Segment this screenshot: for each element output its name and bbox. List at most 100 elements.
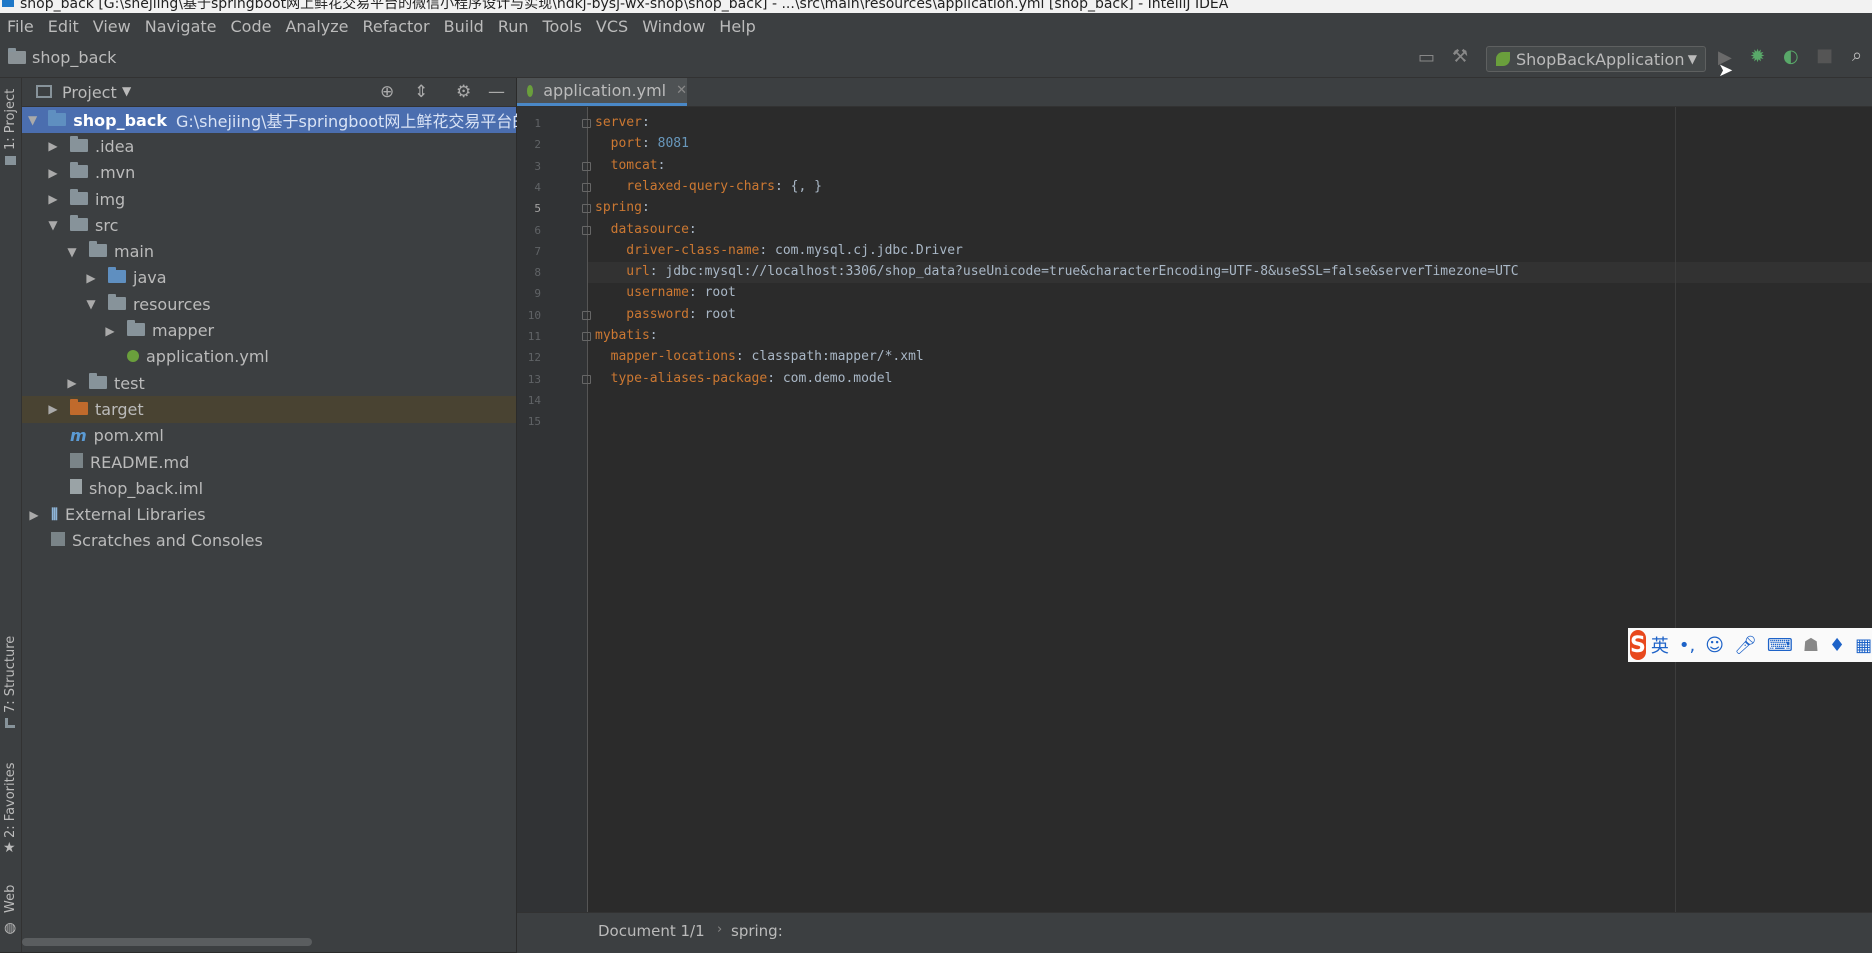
menu-help[interactable]: Help bbox=[712, 17, 762, 36]
scratches-icon bbox=[51, 531, 65, 550]
ime-language-mode[interactable]: 英 bbox=[1651, 632, 1669, 658]
emoji-icon[interactable]: ☺ bbox=[1705, 635, 1724, 656]
expand-arrow-closed-icon[interactable]: ▶ bbox=[85, 271, 97, 285]
expand-arrow-closed-icon[interactable]: ▶ bbox=[28, 508, 40, 522]
code-token: type-aliases-package bbox=[595, 370, 768, 386]
debug-icon[interactable]: ✹ bbox=[1750, 46, 1765, 67]
expand-arrow-closed-icon[interactable]: ▶ bbox=[104, 324, 116, 338]
menu-analyze[interactable]: Analyze bbox=[278, 17, 355, 36]
stop-icon[interactable]: ■ bbox=[1816, 45, 1833, 66]
tree-item[interactable]: m pom.xml bbox=[22, 423, 516, 449]
skin-shirt-icon[interactable]: ♦ bbox=[1829, 635, 1845, 656]
fold-marker-icon[interactable] bbox=[582, 310, 591, 320]
tree-item[interactable]: Scratches and Consoles bbox=[22, 528, 516, 554]
expand-arrow-open-icon[interactable]: ▼ bbox=[85, 297, 97, 311]
fold-marker-icon[interactable] bbox=[582, 225, 591, 235]
menu-vcs[interactable]: VCS bbox=[589, 17, 635, 36]
tree-item[interactable]: ▼ main bbox=[22, 238, 516, 264]
expand-arrow-closed-icon[interactable]: ▶ bbox=[47, 402, 59, 416]
menu-build[interactable]: Build bbox=[437, 17, 491, 36]
code-token: : com.demo.model bbox=[767, 370, 893, 386]
tree-item[interactable]: README.md bbox=[22, 449, 516, 475]
search-everywhere-icon[interactable]: ⌕ bbox=[1852, 45, 1862, 66]
expand-arrow-closed-icon[interactable]: ▶ bbox=[47, 139, 59, 153]
expand-arrow-open-icon[interactable]: ▼ bbox=[66, 245, 78, 259]
expand-arrow-open-icon[interactable]: ▼ bbox=[28, 113, 37, 127]
tree-item[interactable]: ▶ java bbox=[22, 265, 516, 291]
code-token: tomcat bbox=[595, 157, 658, 173]
code-token: mybatis bbox=[595, 328, 650, 343]
coverage-icon[interactable]: ◐ bbox=[1783, 46, 1799, 67]
run-configuration-dropdown[interactable]: ShopBackApplication ▼ bbox=[1486, 46, 1706, 72]
code-token: : {, } bbox=[775, 178, 822, 194]
toolbox-grid-icon[interactable]: ▦ bbox=[1855, 635, 1872, 656]
gear-icon[interactable]: ⚙ bbox=[456, 82, 471, 102]
spring-yml-icon bbox=[127, 347, 139, 366]
folder-icon bbox=[70, 188, 88, 209]
menu-code[interactable]: Code bbox=[224, 17, 279, 36]
tree-item[interactable]: ▼ resources bbox=[22, 291, 516, 317]
tool-tab-project[interactable]: 1: Project bbox=[3, 89, 18, 150]
yaml-path-crumb[interactable]: spring: bbox=[731, 922, 783, 940]
code-token: username bbox=[595, 285, 689, 301]
code-line: mybatis: bbox=[595, 328, 658, 343]
folder-icon bbox=[89, 372, 107, 393]
code-token: : bbox=[649, 328, 658, 343]
tree-item[interactable]: ▶ test bbox=[22, 370, 516, 396]
tool-tab-structure[interactable]: 7: Structure bbox=[3, 636, 18, 713]
build-hammer-icon[interactable]: ⚒ bbox=[1452, 46, 1468, 67]
tree-item-label: main bbox=[114, 242, 154, 262]
tree-item[interactable]: ▶ .mvn bbox=[22, 160, 516, 186]
expand-arrow-closed-icon[interactable]: ▶ bbox=[47, 192, 59, 206]
menu-view[interactable]: View bbox=[86, 17, 138, 36]
code-token: driver-class-name bbox=[595, 242, 760, 258]
menu-navigate[interactable]: Navigate bbox=[138, 17, 224, 36]
tool-tab-web[interactable]: Web bbox=[3, 885, 18, 913]
document-indicator[interactable]: Document 1/1 bbox=[598, 922, 705, 940]
keyboard-icon[interactable]: ⌨ bbox=[1767, 635, 1793, 656]
maven-icon: m bbox=[70, 426, 87, 446]
project-name: shop_back bbox=[32, 48, 117, 67]
folder-icon bbox=[70, 214, 88, 235]
chevron-down-icon[interactable]: ▼ bbox=[122, 84, 131, 98]
menu-edit[interactable]: Edit bbox=[41, 17, 86, 36]
menu-window[interactable]: Window bbox=[635, 17, 712, 36]
tree-item[interactable]: ▶ mapper bbox=[22, 317, 516, 343]
fold-marker-icon[interactable] bbox=[582, 182, 591, 192]
fold-marker-icon[interactable] bbox=[582, 119, 591, 128]
tool-tab-favorites[interactable]: 2: Favorites bbox=[3, 762, 18, 838]
breadcrumb[interactable]: shop_back bbox=[8, 48, 116, 67]
hide-panel-icon[interactable]: — bbox=[488, 82, 505, 102]
expand-arrow-closed-icon[interactable]: ▶ bbox=[47, 166, 59, 180]
user-icon[interactable]: ☗ bbox=[1803, 635, 1819, 656]
project-panel-title[interactable]: Project bbox=[62, 83, 117, 102]
fold-marker-icon[interactable] bbox=[582, 161, 591, 171]
horizontal-scrollbar[interactable] bbox=[22, 938, 312, 946]
tree-item[interactable]: ▶ img bbox=[22, 186, 516, 212]
menu-refactor[interactable]: Refactor bbox=[356, 17, 437, 36]
tree-item[interactable]: shop_back.iml bbox=[22, 475, 516, 501]
tree-item[interactable]: application.yml bbox=[22, 344, 516, 370]
menu-file[interactable]: File bbox=[0, 17, 41, 36]
terminal-icon[interactable]: ▭ bbox=[1418, 47, 1435, 68]
locate-file-icon[interactable]: ⊕ bbox=[380, 82, 394, 102]
menu-tools[interactable]: Tools bbox=[536, 17, 589, 36]
expand-arrow-closed-icon[interactable]: ▶ bbox=[66, 376, 78, 390]
ime-punctuation-mode[interactable]: •, bbox=[1679, 635, 1695, 656]
fold-marker-icon[interactable] bbox=[582, 374, 591, 384]
menu-run[interactable]: Run bbox=[491, 17, 536, 36]
fold-marker-icon[interactable] bbox=[582, 204, 591, 214]
code-editor[interactable]: server: port: 8081 tomcat: relaxed-query… bbox=[517, 78, 1872, 912]
collapse-all-icon[interactable]: ⇕ bbox=[414, 82, 428, 102]
microphone-icon[interactable]: 🎤︎ bbox=[1734, 635, 1757, 656]
tree-item-label: mapper bbox=[152, 321, 215, 341]
tree-item[interactable]: ▼ shop_back G:\shejiing\基于springboot网上鲜花交易… bbox=[22, 107, 560, 134]
tree-item[interactable]: ▶ target bbox=[22, 396, 516, 423]
tree-item[interactable]: ▶ ⦀ External Libraries bbox=[22, 501, 516, 527]
fold-marker-icon[interactable] bbox=[582, 332, 591, 341]
sogou-logo-icon[interactable]: S bbox=[1630, 630, 1646, 660]
tree-item[interactable]: ▼ src bbox=[22, 212, 516, 238]
expand-arrow-open-icon[interactable]: ▼ bbox=[47, 218, 59, 232]
tree-item[interactable]: ▶ .idea bbox=[22, 133, 516, 159]
ime-toolbar: S 英 •, ☺ 🎤︎ ⌨ ☗ ♦ ▦ bbox=[1628, 628, 1872, 662]
